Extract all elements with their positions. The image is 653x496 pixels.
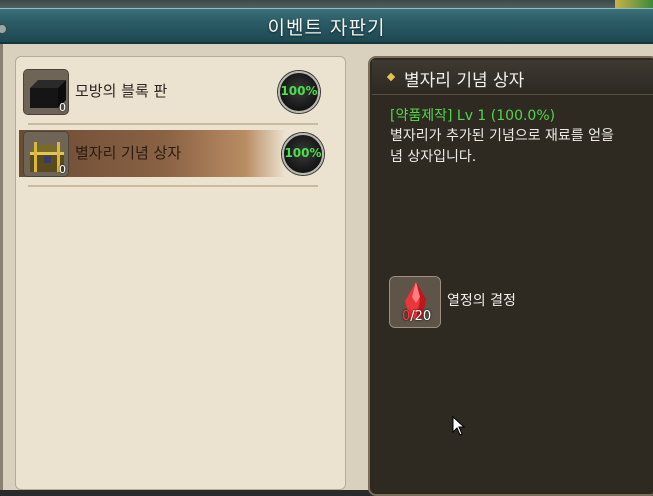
item-count: 0 (59, 101, 66, 114)
divider (28, 185, 318, 187)
block-plate-icon: 0 (23, 69, 69, 115)
list-item-selected[interactable]: 0 별자리 기념 상자 100% (19, 128, 329, 178)
list-item[interactable]: 0 모방의 블록 판 100% (19, 66, 329, 116)
description-line-2: 념 상자입니다. (390, 149, 477, 165)
material-name: 열정의 결정 (447, 293, 516, 309)
craft-level-info: [약품제작] Lv 1 (100.0%) (390, 108, 556, 124)
description-line-1: 별자리가 추가된 기념으로 재료를 얻을 (390, 128, 614, 144)
progress-badge: 100% (278, 71, 320, 113)
window-title: 이벤트 자판기 (267, 17, 386, 39)
progress-value: 100% (280, 84, 318, 98)
item-list-panel: 0 모방의 블록 판 100% 0 별자리 기념 상자 100% (15, 56, 346, 490)
title-bar[interactable]: 이벤트 자판기 (0, 8, 653, 44)
material-need: /20 (410, 309, 432, 324)
material-count: 0/20 (402, 309, 431, 324)
treasure-chest-icon: 0 (23, 131, 69, 177)
progress-value: 100% (284, 146, 322, 160)
progress-badge: 100% (282, 133, 324, 175)
diamond-bullet-icon (386, 72, 396, 82)
item-label: 별자리 기념 상자 (75, 144, 182, 162)
detail-title: 별자리 기념 상자 (404, 71, 525, 91)
mouse-cursor-icon (452, 415, 466, 440)
item-count: 0 (59, 163, 66, 176)
detail-header: 별자리 기념 상자 (372, 60, 653, 95)
item-label: 모방의 블록 판 (75, 82, 168, 100)
divider (28, 123, 318, 125)
